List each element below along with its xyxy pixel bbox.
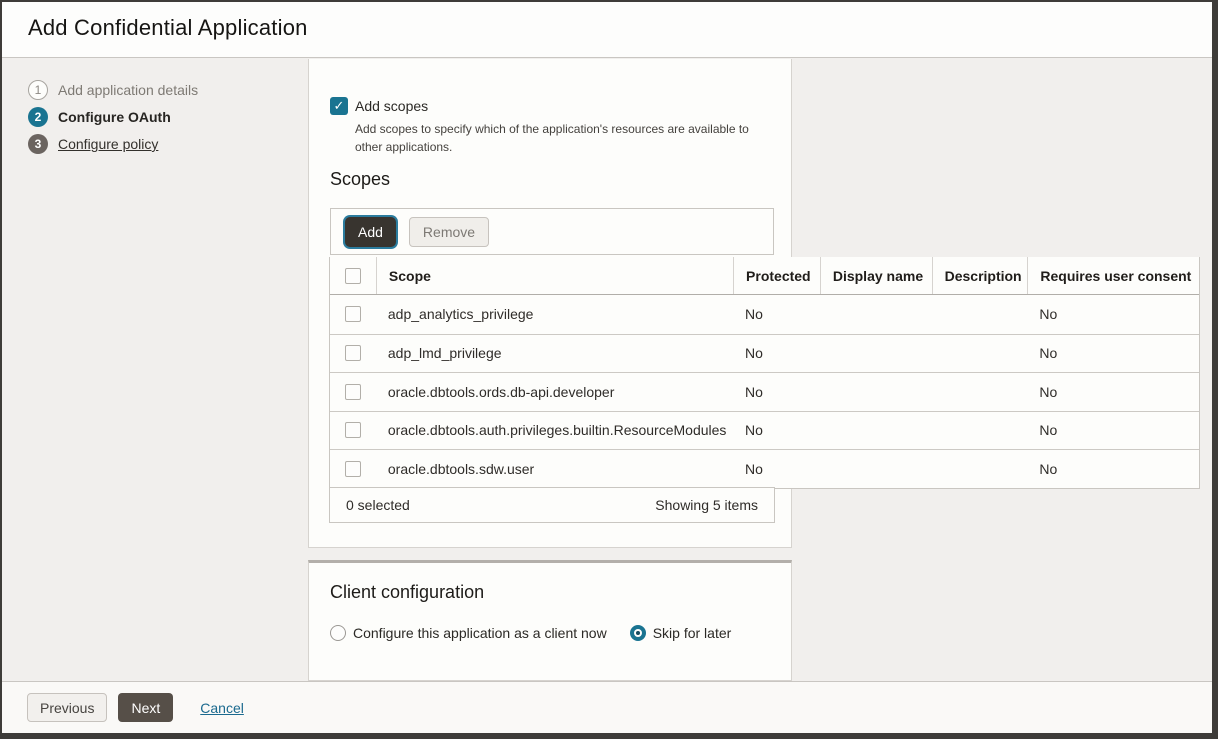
- cell-protected: No: [733, 450, 820, 488]
- cancel-link[interactable]: Cancel: [200, 700, 244, 716]
- row-checkbox-cell: [330, 412, 376, 450]
- cell-protected: No: [733, 295, 820, 334]
- title-bar: Add Confidential Application: [2, 2, 1212, 58]
- checkmark-icon: ✓: [334, 98, 345, 114]
- add-scopes-description: Add scopes to specify which of the appli…: [355, 120, 759, 156]
- remove-scope-button[interactable]: Remove: [409, 217, 489, 247]
- row-checkbox-cell: [330, 295, 376, 334]
- cell-description: [932, 412, 1028, 450]
- add-scope-button[interactable]: Add: [345, 217, 396, 247]
- select-all-checkbox[interactable]: [345, 268, 361, 284]
- step-number-badge: 2: [28, 107, 48, 127]
- cell-protected: No: [733, 373, 820, 411]
- row-checkbox[interactable]: [345, 345, 361, 361]
- header-checkbox-cell: [330, 257, 376, 294]
- row-checkbox-cell: [330, 450, 376, 488]
- scopes-toolbar: Add Remove: [330, 208, 774, 255]
- radio-selected-icon: [634, 629, 642, 637]
- radio-dot: [636, 631, 640, 635]
- step-number-badge: 1: [28, 80, 48, 100]
- table-status-bar: 0 selected Showing 5 items: [329, 487, 775, 523]
- previous-button[interactable]: Previous: [27, 693, 107, 722]
- row-checkbox[interactable]: [345, 306, 361, 322]
- column-header-description: Description: [932, 257, 1028, 294]
- next-button[interactable]: Next: [118, 693, 173, 722]
- step-label: Configure OAuth: [58, 109, 171, 125]
- client-configuration-panel: Client configuration Configure this appl…: [308, 560, 792, 681]
- column-header-scope: Scope: [376, 257, 733, 294]
- wizard-step-train: 1 Add application details 2 Configure OA…: [28, 80, 198, 161]
- cell-display-name: [820, 412, 932, 450]
- step-item-configure-policy[interactable]: 3 Configure policy: [28, 134, 198, 154]
- row-checkbox[interactable]: [345, 384, 361, 400]
- column-header-protected: Protected: [733, 257, 820, 294]
- add-confidential-application-dialog: Add Confidential Application 1 Add appli…: [0, 0, 1218, 739]
- page-title: Add Confidential Application: [28, 15, 308, 41]
- step-label: Add application details: [58, 82, 198, 98]
- configure-client-now-radio[interactable]: [330, 625, 346, 641]
- scopes-table: Scope Protected Display name Description…: [329, 257, 1200, 489]
- cell-description: [932, 373, 1028, 411]
- cell-scope: oracle.dbtools.sdw.user: [376, 450, 733, 488]
- cell-requires-user-consent: No: [1027, 412, 1199, 450]
- table-row[interactable]: adp_lmd_privilege No No: [330, 334, 1199, 373]
- table-row[interactable]: oracle.dbtools.sdw.user No No: [330, 449, 1199, 488]
- configure-client-now-label[interactable]: Configure this application as a client n…: [353, 625, 607, 641]
- table-header-row: Scope Protected Display name Description…: [330, 257, 1199, 295]
- cell-requires-user-consent: No: [1027, 295, 1199, 334]
- step-number-badge: 3: [28, 134, 48, 154]
- cell-display-name: [820, 450, 932, 488]
- step-item-configure-oauth: 2 Configure OAuth: [28, 107, 198, 127]
- client-configuration-heading: Client configuration: [330, 582, 484, 603]
- skip-for-later-label[interactable]: Skip for later: [653, 625, 732, 641]
- scopes-heading: Scopes: [330, 169, 390, 190]
- step-link-label[interactable]: Configure policy: [58, 136, 158, 152]
- row-checkbox[interactable]: [345, 422, 361, 438]
- cell-description: [932, 450, 1028, 488]
- cell-scope: oracle.dbtools.ords.db-api.developer: [376, 373, 733, 411]
- wizard-footer: Previous Next Cancel: [2, 681, 1212, 733]
- showing-items-count: Showing 5 items: [655, 497, 758, 513]
- cell-scope: oracle.dbtools.auth.privileges.builtin.R…: [376, 412, 733, 450]
- table-row[interactable]: oracle.dbtools.auth.privileges.builtin.R…: [330, 411, 1199, 450]
- cell-display-name: [820, 373, 932, 411]
- row-checkbox[interactable]: [345, 461, 361, 477]
- client-configuration-options: Configure this application as a client n…: [330, 625, 731, 641]
- row-checkbox-cell: [330, 335, 376, 373]
- column-header-requires-user-consent: Requires user consent: [1027, 257, 1199, 294]
- cell-display-name: [820, 335, 932, 373]
- step-item-add-application-details[interactable]: 1 Add application details: [28, 80, 198, 100]
- add-scopes-checkbox[interactable]: ✓: [330, 97, 348, 115]
- add-scopes-label: Add scopes: [355, 98, 428, 114]
- cell-requires-user-consent: No: [1027, 373, 1199, 411]
- row-checkbox-cell: [330, 373, 376, 411]
- column-header-display-name: Display name: [820, 257, 932, 294]
- table-row[interactable]: adp_analytics_privilege No No: [330, 295, 1199, 334]
- cell-requires-user-consent: No: [1027, 335, 1199, 373]
- cell-description: [932, 335, 1028, 373]
- cell-protected: No: [733, 335, 820, 373]
- skip-for-later-radio[interactable]: [630, 625, 646, 641]
- cell-protected: No: [733, 412, 820, 450]
- table-row[interactable]: oracle.dbtools.ords.db-api.developer No …: [330, 372, 1199, 411]
- cell-scope: adp_analytics_privilege: [376, 295, 733, 334]
- cell-display-name: [820, 295, 932, 334]
- cell-requires-user-consent: No: [1027, 450, 1199, 488]
- selected-count: 0 selected: [346, 497, 410, 513]
- cell-scope: adp_lmd_privilege: [376, 335, 733, 373]
- cell-description: [932, 295, 1028, 334]
